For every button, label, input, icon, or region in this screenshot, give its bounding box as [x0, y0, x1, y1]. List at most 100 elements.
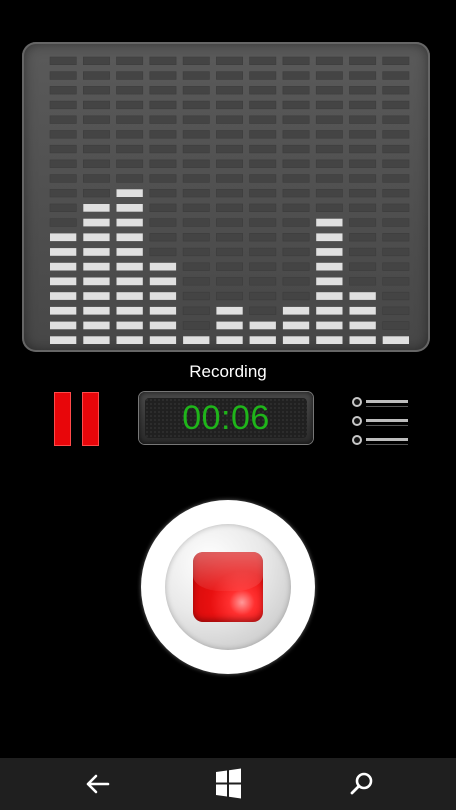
eq-bar-segment-lit — [50, 292, 77, 300]
eq-bar-segment-lit — [349, 336, 376, 344]
eq-bar-segment-unlit — [282, 203, 310, 212]
eq-bar-segment-unlit — [382, 277, 410, 286]
eq-bar-segment-lit — [216, 306, 243, 315]
eq-bar-segment-unlit — [315, 159, 343, 168]
eq-bar-segment-unlit — [315, 203, 343, 212]
eq-bar-segment-unlit — [82, 71, 110, 80]
eq-bar-segment-lit — [116, 248, 143, 256]
eq-bar-segment-lit — [83, 277, 110, 286]
eq-bar-segment-unlit — [182, 189, 210, 198]
eq-bar-segment-unlit — [315, 130, 343, 139]
eq-bar-segment-unlit — [249, 262, 277, 271]
eq-bar-segment-unlit — [349, 218, 377, 227]
eq-bar-segment-unlit — [282, 262, 310, 271]
eq-bar-segment-unlit — [249, 100, 277, 110]
eq-bar-segment-lit — [50, 248, 77, 256]
eq-bar-segment-unlit — [216, 291, 243, 301]
eq-bar-segment-lit — [349, 292, 376, 300]
eq-bar-segment-unlit — [249, 86, 277, 95]
eq-bar-segment-unlit — [49, 100, 77, 110]
eq-bar-segment-unlit — [182, 203, 210, 212]
eq-bar-segment-unlit — [315, 71, 343, 80]
eq-bar-segment-lit — [149, 277, 177, 286]
eq-bar-segment-unlit — [382, 218, 410, 227]
timer-screen: 00:06 — [145, 398, 307, 438]
eq-bar-segment-unlit — [216, 174, 243, 183]
eq-bar-segment-unlit — [216, 159, 243, 168]
eq-bar-segment-unlit — [182, 321, 210, 330]
eq-bar-segment-lit — [216, 321, 243, 330]
eq-bar-segment-lit — [282, 336, 310, 344]
search-button[interactable] — [341, 766, 381, 802]
eq-bar-segment-unlit — [315, 115, 343, 124]
eq-bar-segment-unlit — [282, 218, 310, 227]
eq-bar-segment-unlit — [149, 86, 177, 95]
eq-bar-segment-unlit — [149, 233, 177, 242]
eq-bar-segment-unlit — [249, 144, 277, 154]
eq-bar-segment-unlit — [382, 130, 410, 139]
eq-bar-segment-lit — [83, 248, 110, 256]
eq-bar-segment-unlit — [349, 262, 377, 271]
eq-bar-segment-unlit — [282, 71, 310, 80]
eq-bar-segment-unlit — [282, 115, 310, 124]
eq-bar-segment-unlit — [49, 144, 77, 154]
stop-recording-button[interactable] — [141, 500, 315, 674]
recording-status-label: Recording — [189, 362, 267, 381]
list-icon — [352, 397, 408, 445]
eq-bar-segment-unlit — [182, 115, 210, 124]
pause-button[interactable] — [50, 390, 104, 448]
eq-bar-segment-unlit — [116, 100, 144, 110]
eq-bar-segment-unlit — [282, 291, 310, 301]
start-button[interactable] — [208, 766, 248, 802]
eq-bar-segment-lit — [316, 248, 343, 256]
eq-bar-segment-unlit — [149, 189, 177, 198]
eq-bar-segment-lit — [116, 292, 143, 300]
eq-bar-segment-lit — [116, 262, 143, 271]
eq-bar-segment-unlit — [349, 71, 377, 80]
eq-bar-segment-unlit — [216, 71, 243, 80]
eq-bar-segment-unlit — [216, 115, 243, 124]
eq-bar-segment-unlit — [216, 86, 243, 95]
eq-bar-segment-lit — [282, 306, 310, 315]
eq-bar-segment-unlit — [382, 203, 410, 212]
eq-bar-segment-unlit — [82, 130, 110, 139]
eq-bar-segment-lit — [149, 292, 177, 300]
stop-icon — [193, 552, 263, 622]
eq-bar-segment-unlit — [149, 71, 177, 80]
eq-bar-segment-unlit — [49, 115, 77, 124]
eq-bar-segment-unlit — [349, 174, 377, 183]
eq-bar-segment-unlit — [182, 218, 210, 227]
eq-bar-segment-unlit — [249, 56, 277, 65]
eq-bar-segment-unlit — [349, 159, 377, 168]
eq-bar-segment-unlit — [49, 130, 77, 139]
eq-bar-segment-unlit — [315, 56, 343, 65]
eq-bar-segment-unlit — [282, 233, 310, 242]
eq-bar-segment-unlit — [249, 203, 277, 212]
eq-bar-segment-unlit — [382, 115, 410, 124]
eq-bar-segment-unlit — [315, 189, 343, 198]
eq-bar-segment-unlit — [182, 306, 210, 315]
eq-bar-segment-unlit — [182, 174, 210, 183]
eq-bar-segment-unlit — [382, 189, 410, 198]
eq-bar-segment-unlit — [182, 291, 210, 301]
eq-bar-segment-unlit — [49, 189, 77, 198]
recordings-list-button[interactable] — [348, 394, 412, 450]
eq-bar-segment-lit — [316, 262, 343, 271]
pause-bar-right — [82, 392, 99, 446]
eq-bar-segment-unlit — [49, 86, 77, 95]
eq-bar-segment-lit — [349, 306, 376, 315]
eq-bar-segment-unlit — [315, 144, 343, 154]
eq-bar-segment-unlit — [82, 174, 110, 183]
eq-bar-segment-lit — [316, 233, 343, 242]
eq-bar-segment-lit — [83, 233, 110, 242]
eq-bar-segment-unlit — [116, 86, 144, 95]
eq-bar-segment-unlit — [382, 291, 410, 301]
back-button[interactable] — [78, 766, 118, 802]
eq-bar-segment-unlit — [216, 203, 243, 212]
eq-bar-segment-lit — [316, 292, 343, 300]
eq-bar-segment-unlit — [216, 189, 243, 198]
eq-bar-segment-lit — [83, 306, 110, 315]
eq-bar-segment-unlit — [349, 100, 377, 110]
eq-bar-segment-lit — [83, 262, 110, 271]
eq-bar-segment-unlit — [349, 203, 377, 212]
